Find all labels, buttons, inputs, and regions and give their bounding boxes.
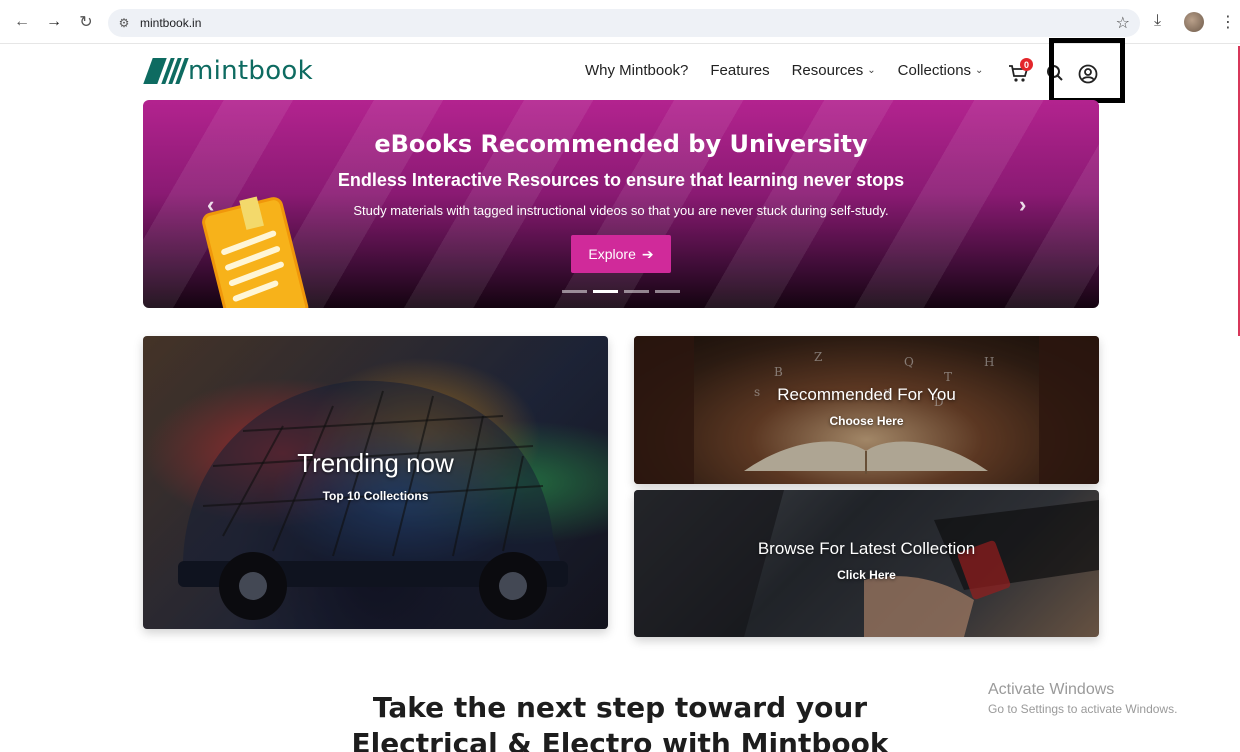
recommended-tile[interactable]: BZQ THD sx Recommended For You Choose He… xyxy=(634,336,1099,484)
hero-description: Study materials with tagged instructiona… xyxy=(353,203,889,218)
tile-overlay xyxy=(634,490,1099,637)
nav-features[interactable]: Features xyxy=(710,62,769,79)
windows-activation-watermark: Activate Windows Go to Settings to activ… xyxy=(988,681,1177,716)
address-url[interactable]: mintbook.in xyxy=(140,16,201,30)
explore-button[interactable]: Explore ➔ xyxy=(571,235,671,273)
nav-resources[interactable]: Resources ⌄ xyxy=(792,62,876,79)
recommended-title: Recommended For You xyxy=(777,385,956,404)
address-bar[interactable]: ⚙ mintbook.in ☆ xyxy=(108,9,1140,37)
user-account-button[interactable] xyxy=(1078,64,1098,84)
carousel-dot[interactable] xyxy=(655,290,680,293)
forward-icon[interactable]: → xyxy=(44,12,64,32)
section-heading-line2: Electrical & Electro with Mintbook xyxy=(351,727,889,752)
carousel-dot[interactable] xyxy=(562,290,587,293)
nav-label: Resources xyxy=(791,62,864,79)
user-circle-icon xyxy=(1078,64,1098,84)
watermark-subtitle: Go to Settings to activate Windows. xyxy=(988,702,1178,716)
tile-overlay xyxy=(143,336,608,629)
nav-label: Why Mintbook? xyxy=(585,62,689,79)
nav-why-mintbook[interactable]: Why Mintbook? xyxy=(585,62,688,79)
hero-carousel: ‹ › eBooks Recommended by University End… xyxy=(143,100,1099,308)
main-nav: Why Mintbook? Features Resources ⌄ Colle… xyxy=(585,62,983,79)
logo-text: mintbook xyxy=(188,56,313,86)
browse-title: Browse For Latest Collection xyxy=(757,539,976,558)
hero-subtitle: Endless Interactive Resources to ensure … xyxy=(337,170,905,190)
logo-mark-icon xyxy=(143,58,189,84)
trending-tile[interactable]: Trending now Top 10 Collections xyxy=(143,336,608,629)
trending-title: Trending now xyxy=(297,448,454,478)
arrow-right-icon: ➔ xyxy=(641,245,654,262)
chevron-down-icon: ⌄ xyxy=(975,65,984,76)
carousel-dot-active[interactable] xyxy=(593,290,618,293)
explore-label: Explore xyxy=(588,246,636,262)
cart-count-badge: 0 xyxy=(1020,58,1033,71)
trending-subtitle: Top 10 Collections xyxy=(322,489,429,503)
reload-icon[interactable]: ↻ xyxy=(76,12,96,32)
back-icon[interactable]: ← xyxy=(12,12,32,32)
tile-overlay xyxy=(634,336,1099,484)
browse-tile[interactable]: Browse For Latest Collection Click Here xyxy=(634,490,1099,637)
hero-title: eBooks Recommended by University xyxy=(374,130,868,158)
watermark-title: Activate Windows xyxy=(988,681,1115,698)
carousel-dot[interactable] xyxy=(624,290,649,293)
browse-subtitle: Click Here xyxy=(837,568,896,582)
cart-button[interactable]: 0 xyxy=(1008,58,1033,84)
download-icon[interactable]: ⤓ xyxy=(1154,12,1161,30)
nav-label: Collections xyxy=(897,62,972,79)
nav-label: Features xyxy=(710,62,770,79)
profile-avatar[interactable] xyxy=(1184,12,1204,32)
recommended-subtitle: Choose Here xyxy=(829,414,904,428)
mintbook-logo[interactable]: mintbook xyxy=(143,56,313,86)
site-info-icon[interactable]: ⚙ xyxy=(116,15,132,31)
browser-menu-icon[interactable]: ⋮ xyxy=(1220,12,1236,32)
nav-collections[interactable]: Collections ⌄ xyxy=(898,62,984,79)
chevron-down-icon: ⌄ xyxy=(867,65,876,76)
bookmark-star-icon[interactable]: ☆ xyxy=(1116,13,1130,33)
carousel-dots xyxy=(562,290,680,293)
